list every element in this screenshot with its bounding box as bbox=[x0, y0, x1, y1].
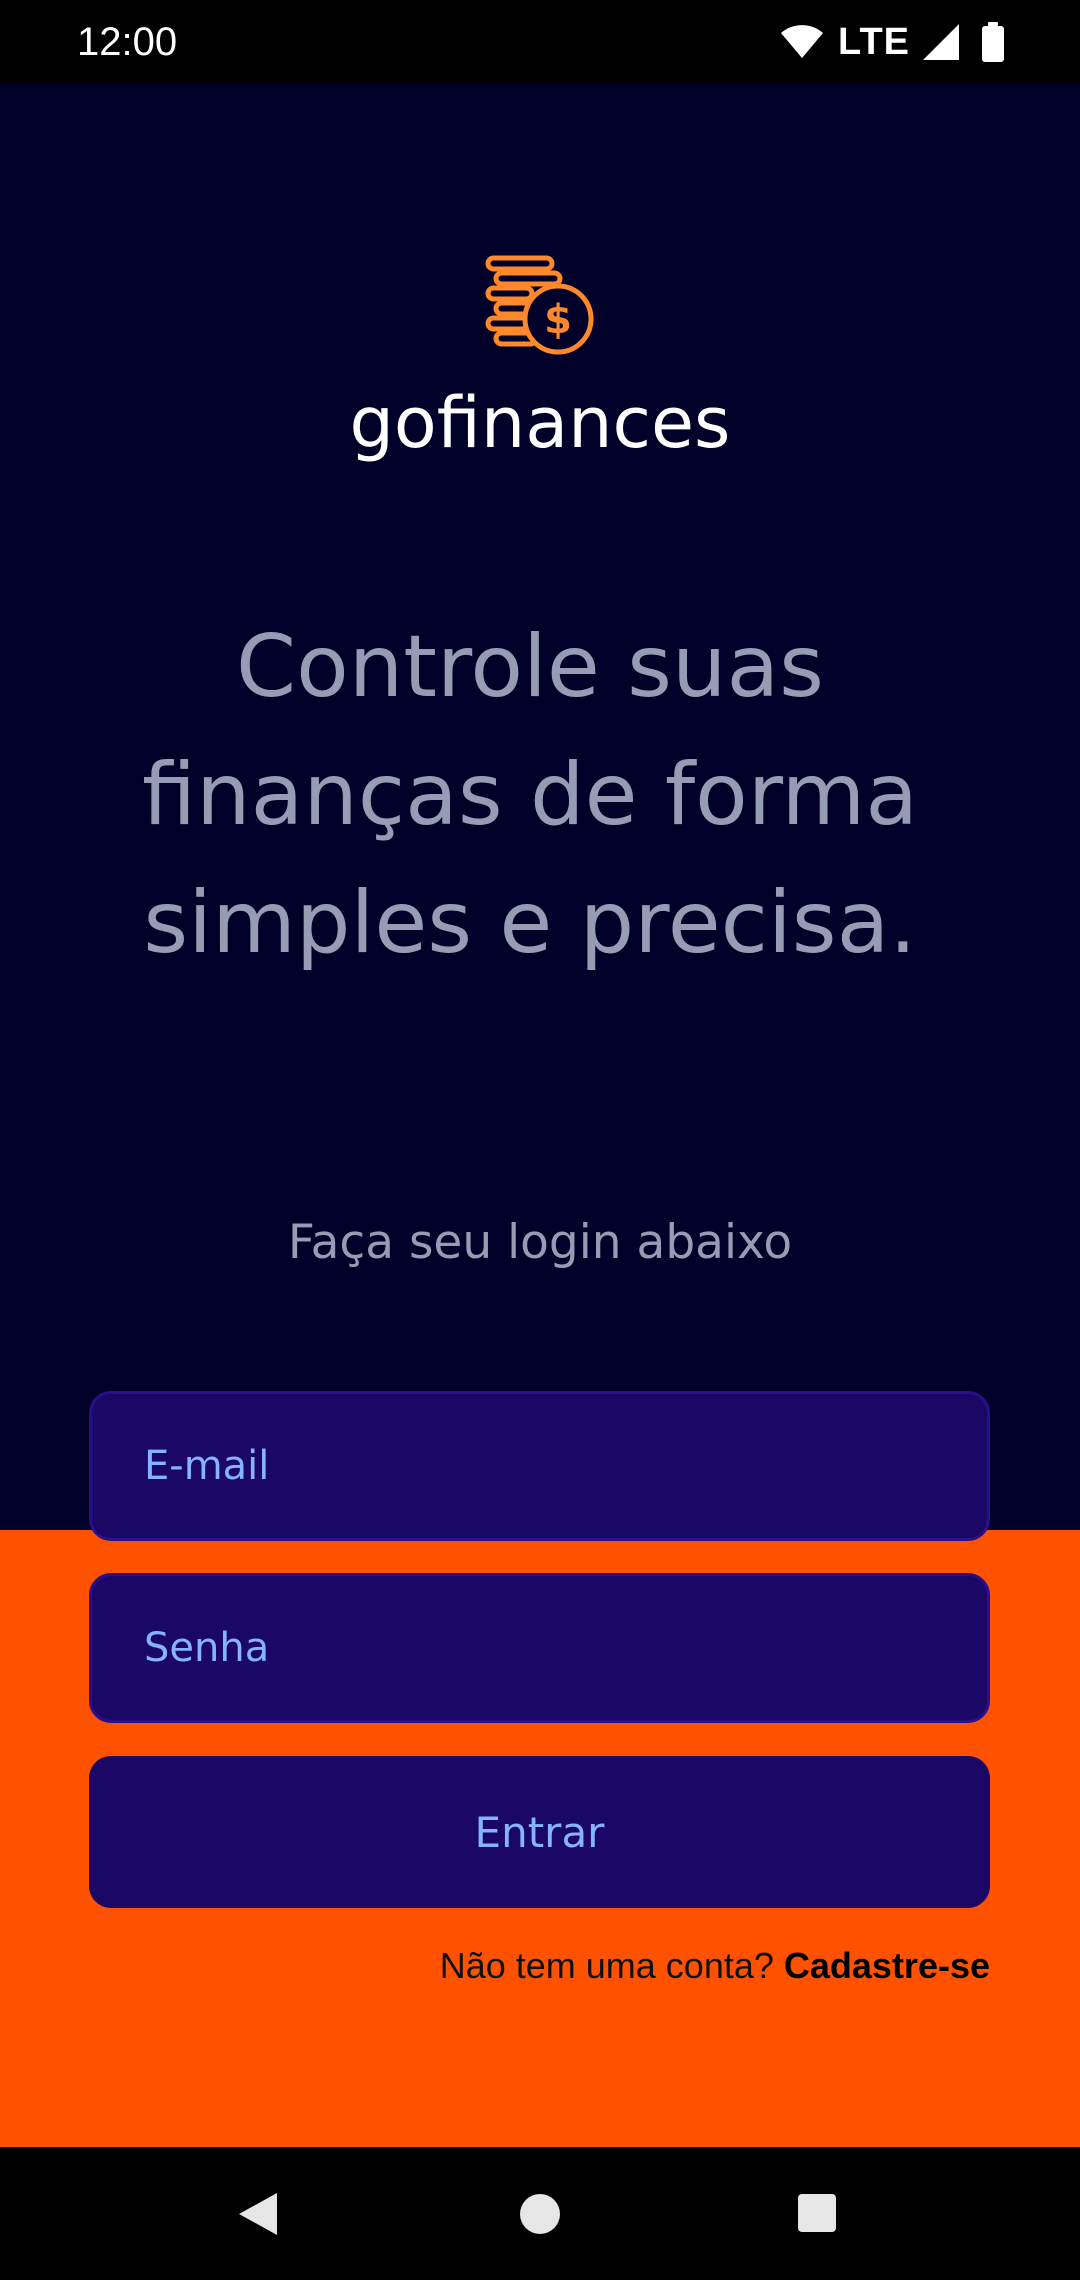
status-time: 12:00 bbox=[77, 20, 178, 64]
login-button[interactable]: Entrar bbox=[89, 1756, 990, 1908]
signup-row: Não tem uma conta? Cadastre-se bbox=[440, 1943, 990, 1989]
signal-icon bbox=[923, 24, 959, 60]
recents-square-icon[interactable] bbox=[797, 2193, 837, 2233]
email-field-container bbox=[89, 1391, 990, 1541]
password-input[interactable] bbox=[92, 1576, 987, 1720]
battery-icon bbox=[982, 22, 1004, 62]
signup-link[interactable]: Cadastre-se bbox=[784, 1945, 990, 1986]
email-input[interactable] bbox=[92, 1394, 987, 1538]
password-field-container bbox=[89, 1573, 990, 1723]
status-bar: 12:00 LTE bbox=[0, 0, 1080, 83]
login-subtitle: Faça seu login abaixo bbox=[287, 1215, 793, 1270]
wifi-icon bbox=[781, 25, 824, 58]
signup-prompt: Não tem uma conta? bbox=[439, 1945, 784, 1986]
network-type: LTE bbox=[838, 21, 910, 63]
navigation-bar bbox=[0, 2147, 1080, 2280]
home-circle-icon[interactable] bbox=[519, 2193, 561, 2235]
login-screen: $ gofinances Controle suas finanças de f… bbox=[0, 83, 1080, 2147]
app-logo-text: gofinances bbox=[349, 382, 731, 464]
back-triangle-icon[interactable] bbox=[237, 2191, 279, 2237]
headline: Controle suas finanças de forma simples … bbox=[141, 617, 919, 973]
coins-dollar-icon: $ bbox=[485, 255, 594, 355]
svg-text:$: $ bbox=[544, 297, 572, 343]
status-icons: LTE bbox=[780, 20, 1004, 64]
